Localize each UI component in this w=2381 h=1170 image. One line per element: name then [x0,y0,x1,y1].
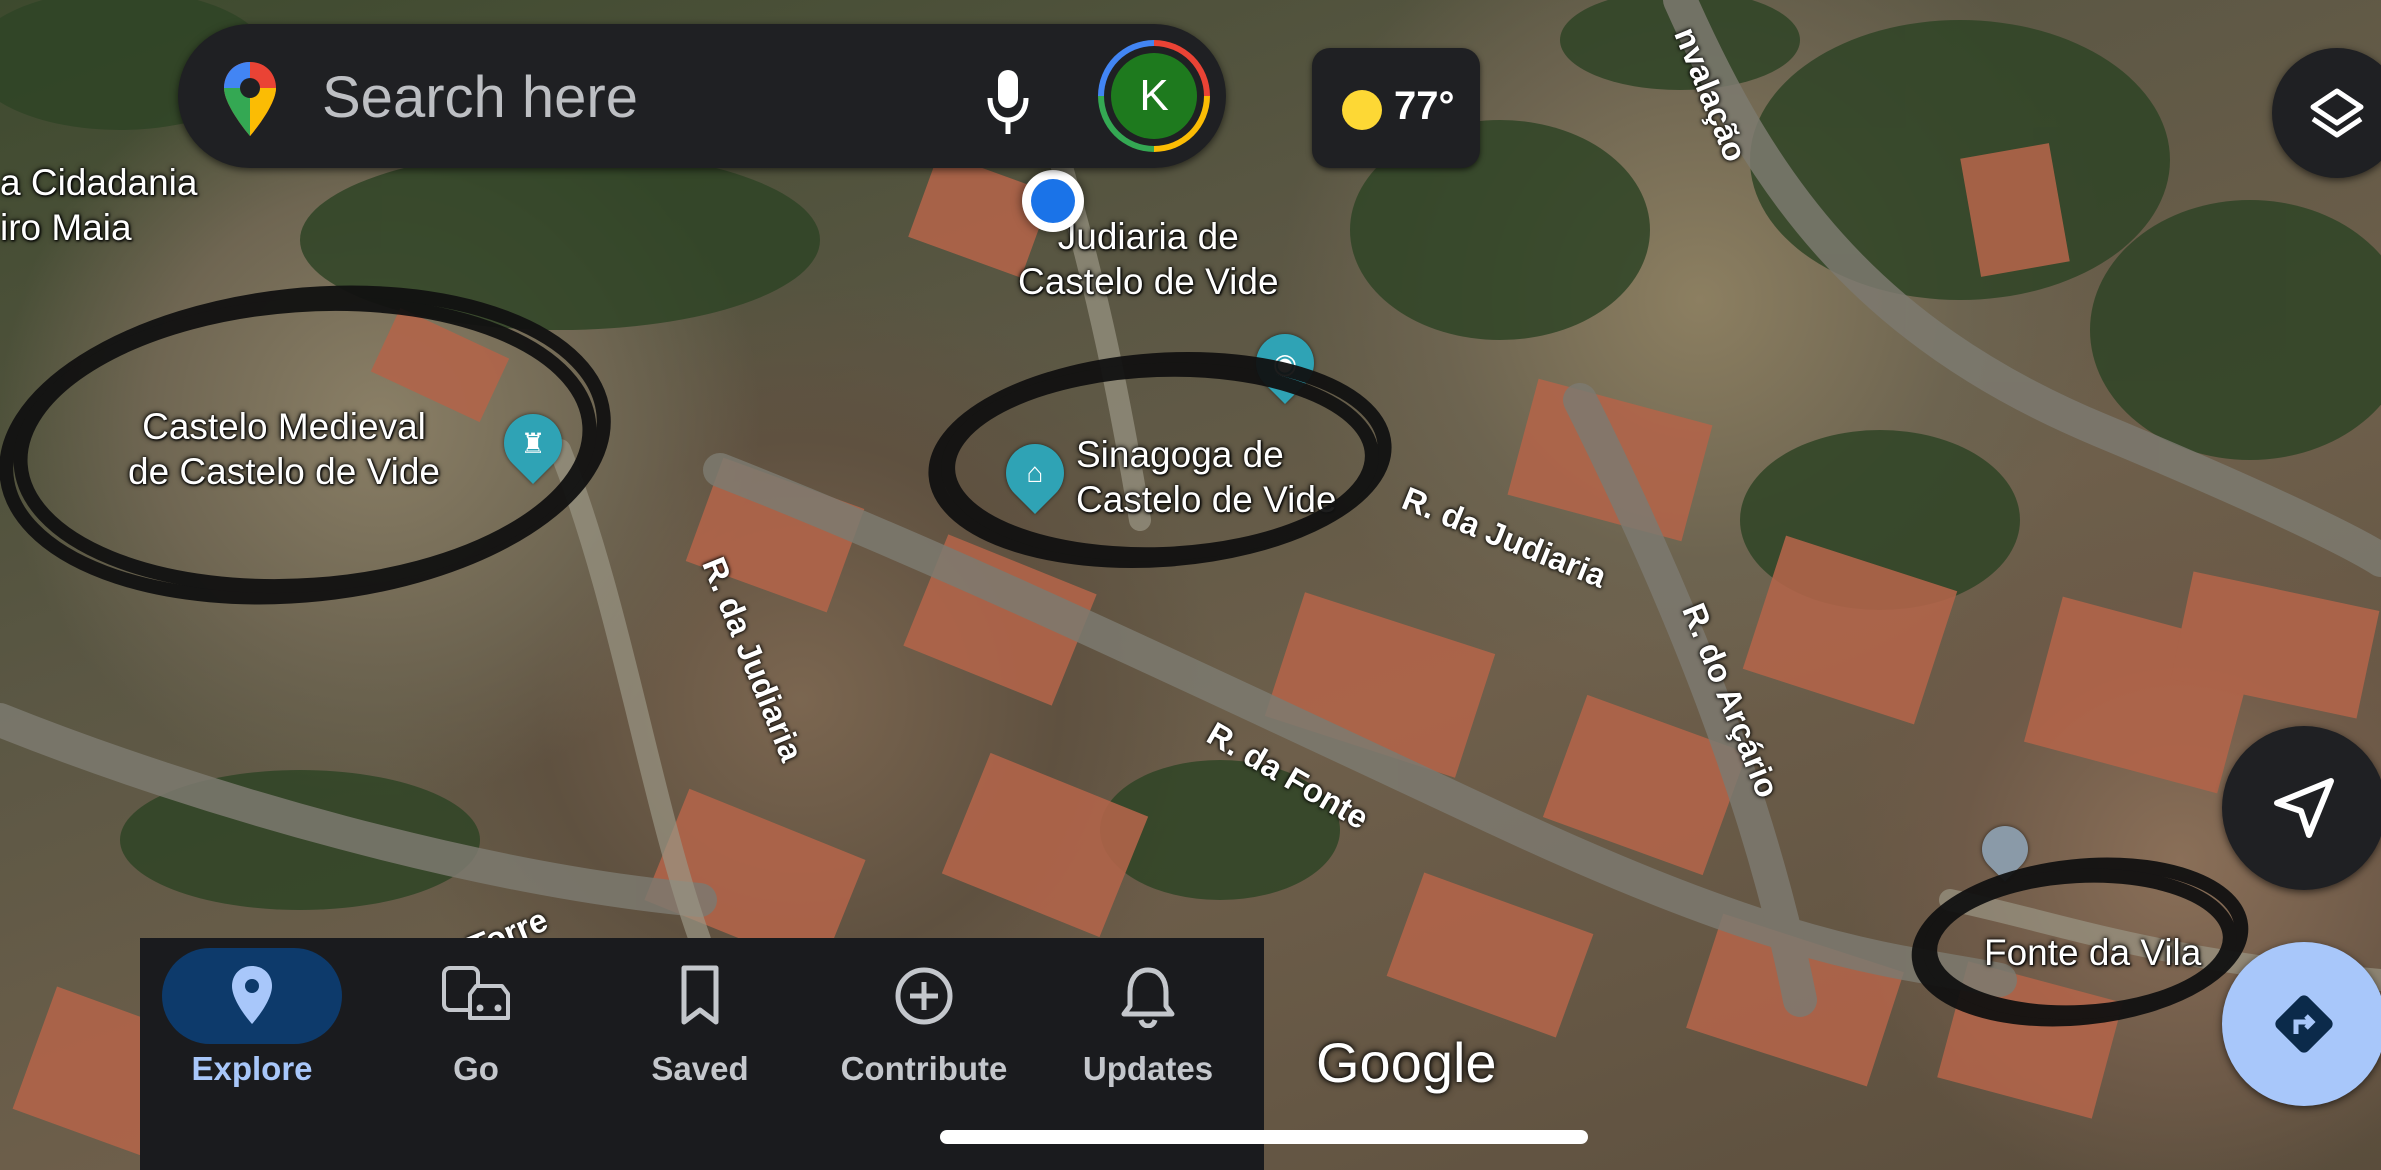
directions-icon [2275,995,2333,1053]
bookmark-icon [681,965,719,1025]
current-location-dot [1022,170,1084,232]
nav-updates-label: Updates [1082,1050,1214,1087]
bell-icon [1121,967,1175,1028]
place-label-line2: Castelo de Vide [1076,479,1337,521]
layers-icon [2310,88,2364,138]
location-pin-icon [232,966,272,1024]
partial-label-line1: a Cidadania [0,162,198,203]
partial-place-label: a Cidadania iro Maia [0,160,197,250]
home-indicator[interactable] [940,1130,1588,1144]
nav-saved-label: Saved [651,1050,749,1087]
camera-pin[interactable]: ◉ [1243,321,1327,405]
museum-pin[interactable]: ⌂ [993,431,1077,515]
account-avatar[interactable]: K [1098,40,1210,152]
camera-icon: ◉ [1272,347,1298,379]
place-label-line2: Castelo de Vide [1018,261,1279,303]
add-circle-icon [895,967,953,1025]
nav-saved[interactable]: Saved [588,938,812,1170]
partial-label-line2: iro Maia [0,207,132,249]
place-label-sinagoga[interactable]: Sinagoga de Castelo de Vide [1076,432,1337,522]
nav-explore[interactable]: Explore [140,938,364,1170]
google-maps-logo-icon [224,62,276,136]
castle-pin[interactable]: ♜ [491,401,575,485]
search-input[interactable]: Search here [322,64,638,131]
place-label-castelo-medieval[interactable]: Castelo Medieval de Castelo de Vide [128,404,440,494]
google-attribution: Google [1316,1031,1497,1094]
microphone-icon[interactable] [984,68,1032,138]
place-label-fonte-da-vila[interactable]: Fonte da Vila [1984,930,2201,975]
place-label-line1: Fonte da Vila [1984,932,2202,973]
castle-icon: ♜ [520,427,546,459]
navigation-arrow-icon [2274,778,2334,838]
my-location-button[interactable] [2222,726,2381,890]
place-label-line2: de Castelo de Vide [128,451,440,493]
place-label-line1: Castelo Medieval [142,406,426,447]
nav-go-label: Go [453,1050,499,1087]
avatar-initial: K [1111,53,1197,139]
nav-contribute-label: Contribute [840,1050,1008,1087]
nav-explore-indicator [162,948,342,1044]
museum-icon: ⌂ [1026,457,1044,488]
weather-chip[interactable]: 77° [1312,48,1480,168]
temperature-value: 77° [1394,84,1455,128]
nav-go[interactable]: Go [364,938,588,1170]
directions-button[interactable] [2222,942,2381,1106]
sun-icon [1342,90,1382,130]
commute-icon [442,966,510,1020]
search-bar[interactable]: Search here K [178,24,1226,168]
place-label-line1: Sinagoga de [1076,434,1284,475]
nav-explore-label: Explore [191,1050,313,1087]
